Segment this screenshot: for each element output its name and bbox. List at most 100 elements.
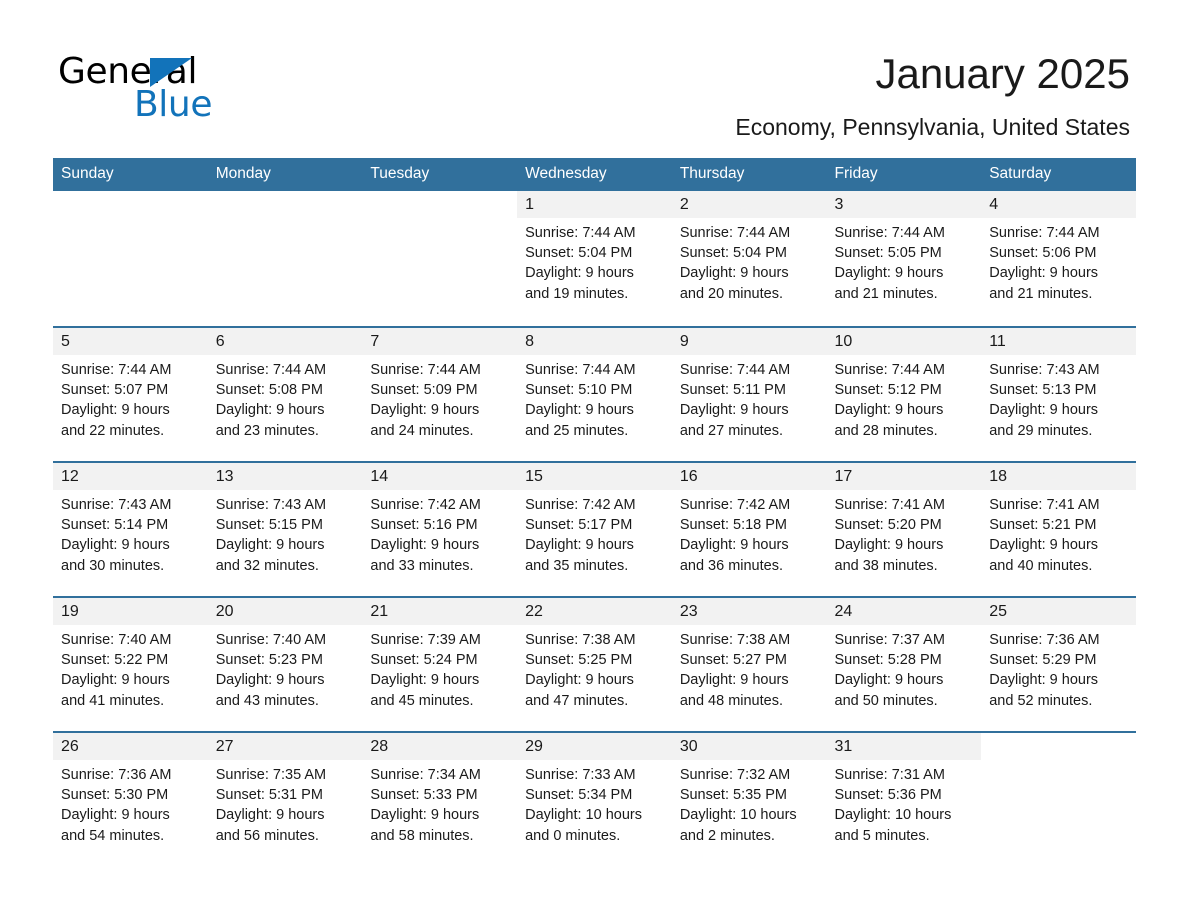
calendar-day-cell[interactable]: 9 Sunrise: 7:44 AM Sunset: 5:11 PM Daylight…	[671, 326, 827, 461]
page-title: January 2025	[875, 50, 1130, 97]
daylight-text-line2: and 24 minutes.	[370, 422, 474, 439]
calendar-day-cell[interactable]: 17 Sunrise: 7:41 AM Sunset: 5:20 PM Dayligh…	[826, 461, 982, 596]
sunrise-text: Sunrise: 7:37 AM	[834, 632, 945, 648]
sunset-text: Sunset: 5:27 PM	[679, 652, 788, 669]
daylight-text-line1: Daylight: 9 hours	[215, 807, 325, 824]
calendar-day-cell[interactable]: 30 Sunrise: 7:32 AM Sunset: 5:35 PM Dayligh…	[671, 731, 827, 866]
calendar-day-cell[interactable]: 7 Sunrise: 7:44 AM Sunset: 5:09 PM Daylight…	[362, 326, 518, 461]
calendar-cell-empty	[207, 191, 363, 326]
day-number: 16	[679, 468, 698, 485]
sunset-text: Sunset: 5:14 PM	[61, 517, 169, 534]
calendar-day-cell[interactable]: 24 Sunrise: 7:37 AM Sunset: 5:28 PM Dayligh…	[826, 596, 982, 731]
calendar-day-cell[interactable]: 3 Sunrise: 7:44 AM Sunset: 5:05 PM Daylight…	[826, 191, 982, 326]
calendar-day-cell[interactable]: 18 Sunrise: 7:41 AM Sunset: 5:21 PM Dayligh…	[981, 461, 1136, 596]
day-details: Sunrise: 7:42 AM Sunset: 5:17 PM Daylight:…	[517, 490, 672, 576]
sunset-text: Sunset: 5:20 PM	[834, 517, 942, 534]
day-details: Sunrise: 7:42 AM Sunset: 5:16 PM Daylight:…	[362, 490, 517, 576]
day-details: Sunrise: 7:36 AM Sunset: 5:29 PM Daylight:…	[981, 625, 1136, 711]
day-number: 15	[525, 468, 543, 485]
sunrise-text: Sunrise: 7:41 AM	[834, 497, 945, 513]
calendar-day-cell[interactable]: 20 Sunrise: 7:40 AM Sunset: 5:23 PM Dayligh…	[207, 596, 363, 731]
calendar-day-cell[interactable]: 14 Sunrise: 7:42 AM Sunset: 5:16 PM Dayligh…	[362, 461, 518, 596]
daylight-text-line1: Daylight: 9 hours	[989, 402, 1099, 419]
sunset-text: Sunset: 5:25 PM	[525, 652, 633, 669]
general-blue-logo[interactable]: General Blue	[58, 52, 278, 125]
sunset-text: Sunset: 5:29 PM	[989, 652, 1097, 669]
calendar-day-cell[interactable]: 6 Sunrise: 7:44 AM Sunset: 5:08 PM Daylight…	[207, 326, 363, 461]
day-number-strip: 5	[53, 328, 208, 355]
calendar-day-cell[interactable]: 23 Sunrise: 7:38 AM Sunset: 5:27 PM Dayligh…	[671, 596, 827, 731]
sunset-text: Sunset: 5:17 PM	[525, 517, 633, 534]
sunrise-text: Sunrise: 7:33 AM	[525, 767, 636, 783]
weekday-header-wednesday: Wednesday	[517, 158, 672, 191]
daylight-text-line2: and 35 minutes.	[525, 557, 629, 574]
calendar-day-cell[interactable]: 12 Sunrise: 7:43 AM Sunset: 5:14 PM Dayligh…	[53, 461, 208, 596]
day-number: 28	[370, 738, 389, 755]
calendar-day-cell[interactable]: 16 Sunrise: 7:42 AM Sunset: 5:18 PM Dayligh…	[671, 461, 827, 596]
daylight-text-line1: Daylight: 9 hours	[679, 402, 789, 419]
day-number-strip: 1	[517, 191, 672, 218]
calendar-day-cell[interactable]: 8 Sunrise: 7:44 AM Sunset: 5:10 PM Daylight…	[517, 326, 672, 461]
sunset-text: Sunset: 5:33 PM	[370, 787, 478, 804]
calendar-day-cell[interactable]: 11 Sunrise: 7:43 AM Sunset: 5:13 PM Dayligh…	[981, 326, 1136, 461]
daylight-text-line2: and 38 minutes.	[834, 557, 938, 574]
day-number: 12	[61, 468, 79, 485]
sunset-text: Sunset: 5:34 PM	[525, 787, 633, 804]
day-number-strip: 16	[671, 463, 827, 490]
day-number-strip: 26	[53, 733, 208, 760]
day-number-strip: 17	[826, 463, 982, 490]
daylight-text-line1: Daylight: 9 hours	[370, 807, 480, 824]
calendar-day-cell[interactable]: 28 Sunrise: 7:34 AM Sunset: 5:33 PM Dayligh…	[362, 731, 518, 866]
weekday-header-thursday: Thursday	[671, 158, 827, 191]
day-number-strip: 25	[981, 598, 1136, 625]
daylight-text-line2: and 2 minutes.	[679, 827, 775, 844]
sunset-text: Sunset: 5:30 PM	[61, 787, 169, 804]
calendar-day-cell[interactable]: 1 Sunrise: 7:44 AM Sunset: 5:04 PM Daylight…	[517, 191, 672, 326]
sunrise-text: Sunrise: 7:43 AM	[989, 362, 1100, 378]
daylight-text-line1: Daylight: 9 hours	[61, 807, 170, 824]
daylight-text-line1: Daylight: 10 hours	[834, 807, 952, 824]
day-number-strip: 11	[981, 328, 1136, 355]
sunrise-text: Sunrise: 7:41 AM	[989, 497, 1100, 513]
day-number: 27	[215, 738, 234, 755]
calendar-day-cell[interactable]: 31 Sunrise: 7:31 AM Sunset: 5:36 PM Dayligh…	[826, 731, 982, 866]
day-number-strip: 9	[671, 328, 827, 355]
weekday-header-sunday: Sunday	[53, 158, 208, 191]
calendar-day-cell[interactable]: 26 Sunrise: 7:36 AM Sunset: 5:30 PM Dayligh…	[53, 731, 208, 866]
sunrise-text: Sunrise: 7:44 AM	[834, 225, 945, 241]
calendar-day-cell[interactable]: 27 Sunrise: 7:35 AM Sunset: 5:31 PM Dayligh…	[207, 731, 363, 866]
day-details: Sunrise: 7:43 AM Sunset: 5:13 PM Daylight:…	[981, 355, 1136, 441]
calendar-day-cell[interactable]: 29 Sunrise: 7:33 AM Sunset: 5:34 PM Dayligh…	[517, 731, 672, 866]
daylight-text-line2: and 21 minutes.	[989, 285, 1093, 302]
sunset-text: Sunset: 5:21 PM	[989, 517, 1097, 534]
calendar-day-cell[interactable]: 5 Sunrise: 7:44 AM Sunset: 5:07 PM Daylight…	[53, 326, 208, 461]
day-number-strip: 18	[981, 463, 1136, 490]
calendar-day-cell[interactable]: 22 Sunrise: 7:38 AM Sunset: 5:25 PM Dayligh…	[517, 596, 672, 731]
page-header: General Blue January 2025 Economy, Penns…	[0, 0, 1188, 150]
calendar-day-cell[interactable]: 13 Sunrise: 7:43 AM Sunset: 5:15 PM Dayligh…	[207, 461, 363, 596]
sunrise-text: Sunrise: 7:40 AM	[215, 632, 327, 648]
day-number-strip: 22	[517, 598, 672, 625]
day-number-strip: 20	[207, 598, 363, 625]
calendar-day-cell[interactable]: 2 Sunrise: 7:44 AM Sunset: 5:04 PM Daylight…	[671, 191, 827, 326]
day-details: Sunrise: 7:36 AM Sunset: 5:30 PM Daylight:…	[53, 760, 208, 846]
sunrise-text: Sunrise: 7:44 AM	[989, 225, 1100, 241]
calendar-day-cell[interactable]: 10 Sunrise: 7:44 AM Sunset: 5:12 PM Dayligh…	[826, 326, 982, 461]
calendar-day-cell[interactable]: 4 Sunrise: 7:44 AM Sunset: 5:06 PM Daylight…	[981, 191, 1136, 326]
calendar-day-cell[interactable]: 19 Sunrise: 7:40 AM Sunset: 5:22 PM Dayligh…	[53, 596, 208, 731]
page-subtitle: Economy, Pennsylvania, United States	[735, 114, 1130, 140]
sunset-text: Sunset: 5:04 PM	[525, 245, 633, 262]
daylight-text-line2: and 32 minutes.	[215, 557, 319, 574]
day-number: 18	[989, 468, 1008, 485]
daylight-text-line1: Daylight: 9 hours	[370, 672, 480, 689]
day-number-strip: 24	[826, 598, 982, 625]
calendar-day-cell[interactable]: 15 Sunrise: 7:42 AM Sunset: 5:17 PM Dayligh…	[517, 461, 672, 596]
day-number-strip: 8	[517, 328, 672, 355]
sunset-text: Sunset: 5:08 PM	[215, 382, 323, 399]
sunrise-text: Sunrise: 7:36 AM	[61, 767, 172, 783]
day-number: 25	[989, 603, 1008, 620]
calendar-day-cell[interactable]: 21 Sunrise: 7:39 AM Sunset: 5:24 PM Dayligh…	[362, 596, 518, 731]
calendar-day-cell[interactable]: 25 Sunrise: 7:36 AM Sunset: 5:29 PM Dayligh…	[981, 596, 1136, 731]
day-number: 7	[370, 333, 380, 350]
day-number-strip: 28	[362, 733, 518, 760]
